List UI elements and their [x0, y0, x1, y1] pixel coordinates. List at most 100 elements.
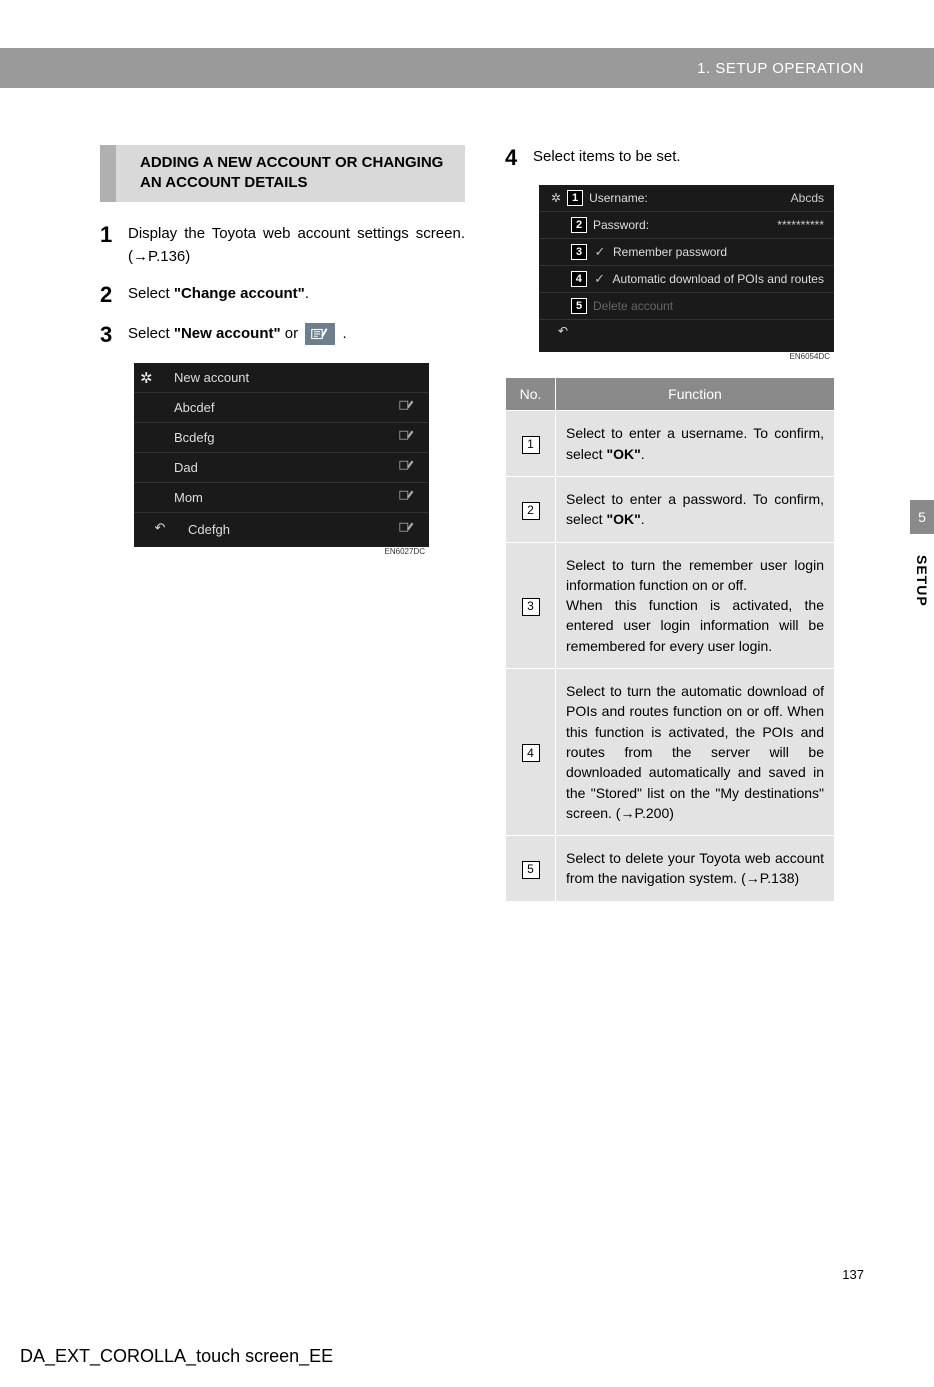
row-num-cell: 2 [506, 476, 556, 542]
setting-row-autodownload: 4 ✓ Automatic download of POIs and route… [539, 266, 834, 293]
list-item-back-row: ↶ Cdefgh [134, 513, 429, 547]
text: Select [128, 285, 174, 302]
right-column: 4 Select items to be set. ✲ 1 Username: … [505, 145, 870, 902]
text: or [281, 325, 303, 342]
left-column: ADDING A NEW ACCOUNT OR CHANGING AN ACCO… [100, 145, 465, 902]
list-item: Bcdefg [134, 423, 429, 453]
label: Username: [589, 191, 648, 205]
setting-row-password: 2 Password: ********** [539, 212, 834, 239]
row-desc: Select to turn the automatic download of… [556, 669, 835, 836]
text: When this function is activated, the ent… [566, 597, 824, 654]
text: Select to enter a username. To confirm, … [566, 425, 824, 461]
step-body: Display the Toyota web account settings … [128, 222, 465, 269]
callout-4: 4 [571, 271, 587, 287]
callout-2: 2 [522, 502, 540, 520]
back-icon: ↶ [549, 324, 577, 344]
screenshot-account-list: ✲ New account Abcdef Bcdefg Dad Mom ↶ Cd… [134, 363, 429, 547]
check-icon: ✓ [593, 244, 607, 260]
table-row: 2 Select to enter a password. To confirm… [506, 476, 835, 542]
label: Remember password [613, 245, 727, 259]
text: . [641, 446, 645, 462]
text: . [338, 325, 346, 342]
label: Cdefgh [188, 522, 230, 537]
gear-icon: ✲ [140, 369, 153, 387]
step-2: 2 Select "Change account". [100, 282, 465, 308]
row-desc: Select to turn the remember user login i… [556, 542, 835, 668]
list-item: Abcdef [134, 393, 429, 423]
list-item: Dad [134, 453, 429, 483]
edit-icon [305, 323, 335, 345]
step-number: 4 [505, 145, 533, 171]
callout-5: 5 [522, 861, 540, 879]
row-num-cell: 1 [506, 411, 556, 477]
callout-2: 2 [571, 217, 587, 233]
edit-icon [399, 430, 415, 445]
callout-3: 3 [522, 598, 540, 616]
content-area: ADDING A NEW ACCOUNT OR CHANGING AN ACCO… [100, 145, 870, 902]
value: Abcds [791, 191, 824, 205]
setting-row-delete: 5 Delete account [539, 293, 834, 320]
bold-text: "Change account" [174, 285, 305, 302]
text: Select [128, 325, 174, 342]
setting-row-remember: 3 ✓ Remember password [539, 239, 834, 266]
bold-text: "New account" [174, 325, 281, 342]
screenshot-account-settings: ✲ 1 Username: Abcds 2 Password: ********… [539, 185, 834, 352]
step-4: 4 Select items to be set. [505, 145, 870, 171]
subheading-bar [100, 145, 116, 202]
edit-icon [399, 522, 415, 537]
chapter-tab: 5 [910, 500, 934, 534]
step-number: 1 [100, 222, 128, 248]
step-number: 3 [100, 322, 128, 348]
edit-icon [399, 460, 415, 475]
gear-icon: ✲ [551, 191, 561, 205]
row-desc: Select to delete your Toyota web account… [556, 836, 835, 902]
row-num-cell: 5 [506, 836, 556, 902]
label: Abcdef [174, 400, 214, 415]
step-1: 1 Display the Toyota web account setting… [100, 222, 465, 269]
row-num-cell: 4 [506, 669, 556, 836]
bold-text: "OK" [606, 511, 640, 527]
label: Delete account [593, 299, 673, 313]
callout-1: 1 [522, 436, 540, 454]
text: P.138) [760, 870, 799, 886]
footer-text: DA_EXT_COROLLA_touch screen_EE [20, 1346, 333, 1367]
row-num-cell: 3 [506, 542, 556, 668]
text: Select to turn the remember user login i… [566, 557, 824, 593]
table-header-row: No. Function [506, 378, 835, 411]
table-row: 4 Select to turn the automatic download … [506, 669, 835, 836]
back-icon: ↶ [146, 520, 174, 540]
step-body: Select items to be set. [533, 145, 870, 168]
subheading-text: ADDING A NEW ACCOUNT OR CHANGING AN ACCO… [134, 145, 465, 202]
subheading-tab [116, 145, 134, 202]
image-code: EN6027DC [134, 547, 429, 556]
label: Automatic download of POIs and routes [613, 272, 824, 286]
check-icon: ✓ [593, 271, 607, 287]
callout-4: 4 [522, 744, 540, 762]
callout-5: 5 [571, 298, 587, 314]
list-item: New account [134, 363, 429, 393]
label: New account [174, 370, 249, 385]
text: P.136) [148, 248, 190, 265]
table-row: 3 Select to turn the remember user login… [506, 542, 835, 668]
back-row: ↶ [539, 320, 834, 352]
table-row: 1 Select to enter a username. To confirm… [506, 411, 835, 477]
step-number: 2 [100, 282, 128, 308]
label: Dad [174, 460, 198, 475]
list-item: Mom [134, 483, 429, 513]
label: Mom [174, 490, 203, 505]
label: Password: [593, 218, 649, 232]
callout-3: 3 [571, 244, 587, 260]
text: . [641, 511, 645, 527]
edit-icon [399, 490, 415, 505]
value: ********** [777, 218, 824, 232]
row-desc: Select to enter a password. To confirm, … [556, 476, 835, 542]
text: . [305, 285, 309, 302]
step-body: Select "New account" or . [128, 322, 465, 345]
header-no: No. [506, 378, 556, 411]
header-function: Function [556, 378, 835, 411]
header-band: 1. SETUP OPERATION [0, 48, 934, 88]
bold-text: "OK" [606, 446, 640, 462]
page-number: 137 [842, 1267, 864, 1282]
arrow-icon: → [133, 248, 148, 265]
table-row: 5 Select to delete your Toyota web accou… [506, 836, 835, 902]
